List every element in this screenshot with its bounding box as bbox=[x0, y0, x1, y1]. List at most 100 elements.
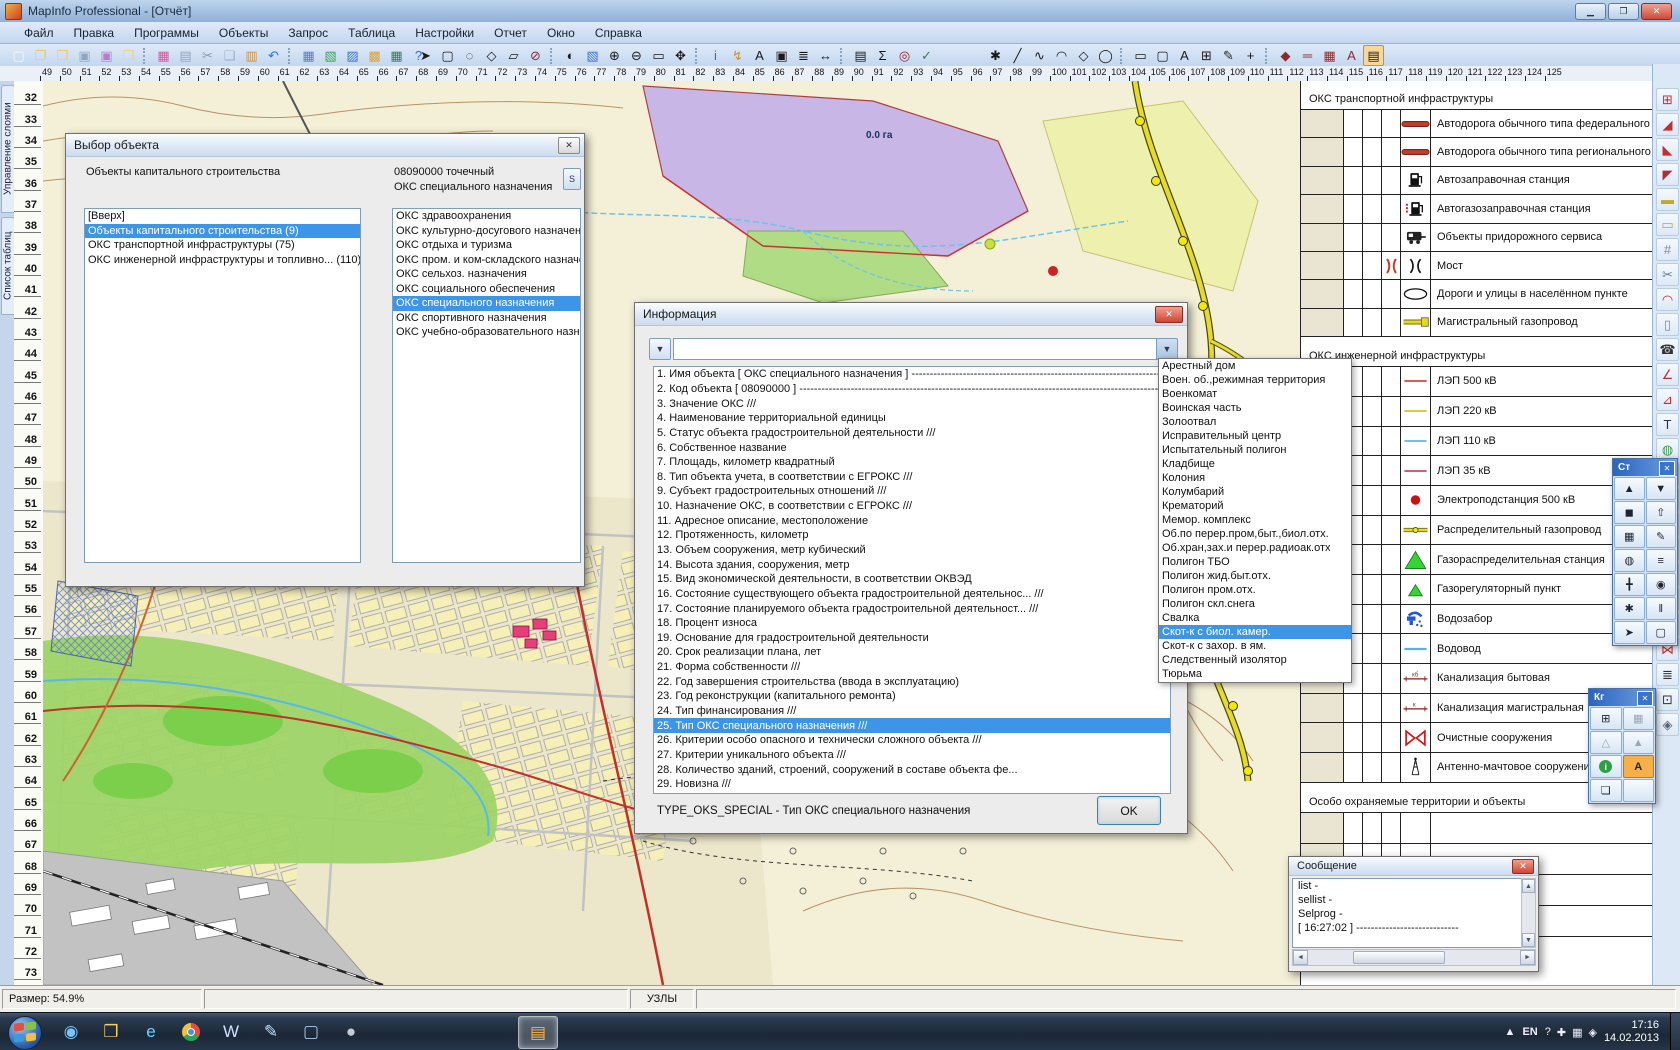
st-palette-icon[interactable]: ▢ bbox=[1646, 621, 1677, 644]
region-style-icon[interactable]: ▦ bbox=[1319, 45, 1340, 66]
list-item[interactable]: Полигон скл.снега bbox=[1159, 597, 1351, 611]
nodes-mode-button[interactable]: УЗЛЫ bbox=[630, 989, 694, 1009]
save-window-icon[interactable]: ▣ bbox=[96, 45, 117, 66]
list-tool-icon[interactable]: ≣ bbox=[1656, 663, 1679, 686]
phone-tool-icon[interactable]: ☎ bbox=[1656, 338, 1679, 361]
kr-palette-icon[interactable]: ▲ bbox=[1623, 731, 1655, 754]
legend-tool-icon[interactable]: ▤ bbox=[850, 45, 871, 66]
menu-item[interactable]: Программы bbox=[124, 24, 209, 42]
kr-palette-icon[interactable]: ⊞ bbox=[1590, 707, 1622, 730]
line-style-icon[interactable]: ═ bbox=[1297, 45, 1318, 66]
list-item[interactable]: [Вверх] bbox=[85, 209, 360, 224]
list-item[interactable]: ОКС учебно-образовательного назначения bbox=[393, 325, 580, 340]
list-item[interactable]: 22. Год завершения строительства (ввода … bbox=[654, 674, 1170, 689]
st-palette-icon[interactable]: ◉ bbox=[1646, 573, 1677, 596]
st-palette-icon[interactable]: ▲ bbox=[1614, 477, 1645, 500]
symbol-style-icon[interactable]: ◆ bbox=[1275, 45, 1296, 66]
st-palette-icon[interactable]: ✎ bbox=[1646, 525, 1677, 548]
select-dialog-close-icon[interactable]: ✕ bbox=[558, 137, 580, 154]
list-item[interactable]: Скот-к с захор. в ям. bbox=[1159, 639, 1351, 653]
rectangle-tool-icon[interactable]: ▭ bbox=[1130, 45, 1151, 66]
field-combo-left-icon[interactable]: ▼ bbox=[649, 338, 671, 360]
tray-help-icon[interactable]: ? bbox=[1545, 1026, 1551, 1039]
st-palette-icon[interactable]: ◼ bbox=[1614, 501, 1645, 524]
list-item[interactable]: 21. Форма собственности /// bbox=[654, 660, 1170, 675]
list-item[interactable]: 6. Собственное название bbox=[654, 440, 1170, 455]
open-workspace-icon[interactable]: ❐ bbox=[118, 45, 139, 66]
reshape-icon[interactable]: ✎ bbox=[1218, 45, 1239, 66]
kr-palette-icon[interactable]: ▦ bbox=[1623, 707, 1655, 730]
list-item[interactable]: Воинская часть bbox=[1159, 401, 1351, 415]
rect-tool-icon[interactable]: ▭ bbox=[1656, 213, 1679, 236]
list-item[interactable]: ОКС транспортной инфраструктуры (75) bbox=[85, 238, 360, 253]
bar-tool-icon[interactable]: ▬ bbox=[1656, 188, 1679, 211]
list-item[interactable]: ОКС специального назначения bbox=[393, 296, 580, 311]
taskbar-app-monitor[interactable]: ▢ bbox=[292, 1016, 330, 1047]
list-item[interactable]: 18. Процент износа bbox=[654, 616, 1170, 631]
marquee-select-icon[interactable]: ▢ bbox=[437, 45, 458, 66]
field-value-dropdown[interactable]: Арестный домВоен. об.,режимная территори… bbox=[1158, 358, 1352, 683]
symbol-tool-icon[interactable]: ✱ bbox=[985, 45, 1006, 66]
polygon-select-icon[interactable]: ◇ bbox=[481, 45, 502, 66]
taskbar-clock[interactable]: 17:16 14.02.2013 bbox=[1604, 1019, 1659, 1045]
groups-listbox[interactable]: [Вверх]Объекты капитального строительств… bbox=[84, 208, 361, 563]
list-item[interactable]: ОКС культурно-досугового назначения bbox=[393, 224, 580, 239]
paste-icon[interactable]: ▥ bbox=[241, 45, 262, 66]
list-item[interactable]: Полигон пром.отх. bbox=[1159, 583, 1351, 597]
menu-item[interactable]: Объекты bbox=[209, 24, 279, 42]
new-grapher-icon[interactable]: ▨ bbox=[342, 45, 363, 66]
list-item[interactable]: 1. Имя объекта [ ОКС специального назнач… bbox=[654, 367, 1170, 382]
kr-palette-titlebar[interactable]: Кг ✕ bbox=[1589, 689, 1655, 706]
list-item[interactable]: ОКС сельхоз. назначения bbox=[393, 267, 580, 282]
list-item[interactable]: ОКС пром. и ком-складского назначения bbox=[393, 253, 580, 268]
tray-shield-icon[interactable]: ✚ bbox=[1557, 1026, 1566, 1039]
undo-icon[interactable]: ↶ bbox=[263, 45, 284, 66]
copy-icon[interactable]: ❏ bbox=[219, 45, 240, 66]
invert-selection-icon[interactable]: ◐ bbox=[560, 45, 581, 66]
wedge-tool-icon[interactable]: ◤ bbox=[1656, 163, 1679, 186]
arc-tool-icon[interactable]: ◠ bbox=[1051, 45, 1072, 66]
kr-palette-close-icon[interactable]: ✕ bbox=[1637, 691, 1653, 706]
message-hscrollbar[interactable]: ◄ ► bbox=[1292, 949, 1536, 966]
print-icon[interactable]: ▤ bbox=[175, 45, 196, 66]
list-item[interactable]: Об.по перер.пром,быт.,биол.отх. bbox=[1159, 527, 1351, 541]
st-palette-icon[interactable]: ➤ bbox=[1614, 621, 1645, 644]
list-item[interactable]: 24. Тип финансирования /// bbox=[654, 704, 1170, 719]
menu-item[interactable]: Правка bbox=[64, 24, 125, 42]
list-item[interactable]: 15. Вид экономической деятельности, в со… bbox=[654, 572, 1170, 587]
st-palette-icon[interactable]: ≡ bbox=[1646, 549, 1677, 572]
zoom-level-cell[interactable]: Размер: 54.9% bbox=[2, 989, 202, 1009]
ok-button[interactable]: OK bbox=[1097, 796, 1161, 825]
list-item[interactable]: Полигон ТБО bbox=[1159, 555, 1351, 569]
list-item[interactable]: 4. Наименование территориальной единицы bbox=[654, 411, 1170, 426]
label-tool-icon[interactable]: A bbox=[749, 45, 770, 66]
list-item[interactable]: Следственный изолятор bbox=[1159, 653, 1351, 667]
kr-palette-icon[interactable]: ❏ bbox=[1590, 779, 1622, 802]
new-browser-icon[interactable]: ▦ bbox=[298, 45, 319, 66]
set-target-icon[interactable]: ◎ bbox=[894, 45, 915, 66]
change-view-icon[interactable]: ▭ bbox=[648, 45, 669, 66]
import-icon[interactable]: ▦ bbox=[153, 45, 174, 66]
list-item[interactable]: ОКС социального обеспечения bbox=[393, 282, 580, 297]
list-item[interactable]: ОКС здравоохранения bbox=[393, 209, 580, 224]
field-combo-dropdown-icon[interactable]: ▼ bbox=[1156, 338, 1178, 360]
menu-item[interactable]: Отчет bbox=[484, 24, 537, 42]
pan-icon[interactable]: ✥ bbox=[670, 45, 691, 66]
st-palette-icon[interactable]: ▦ bbox=[1614, 525, 1645, 548]
types-listbox[interactable]: ОКС здравоохраненияОКС культурно-досугов… bbox=[392, 208, 581, 563]
pie-tool-icon[interactable]: ◢ bbox=[1656, 113, 1679, 136]
menu-item[interactable]: Запрос bbox=[278, 24, 338, 42]
list-item[interactable]: Воен. об.,режимная территория bbox=[1159, 373, 1351, 387]
new-mapper-icon[interactable]: ▧ bbox=[320, 45, 341, 66]
side-s-button[interactable]: S bbox=[563, 168, 581, 190]
list-item[interactable]: Военкомат bbox=[1159, 387, 1351, 401]
frame-tool-icon[interactable]: ⊞ bbox=[1656, 88, 1679, 111]
angle-tool-icon[interactable]: ∠ bbox=[1656, 363, 1679, 386]
information-dialog-titlebar[interactable]: Информация ✕ bbox=[635, 303, 1187, 326]
clip-tool-icon[interactable]: ✂ bbox=[1656, 263, 1679, 286]
list-item[interactable]: 29. Новизна /// bbox=[654, 777, 1170, 792]
new-table-icon[interactable]: ▢ bbox=[8, 45, 29, 66]
start-button[interactable] bbox=[8, 1016, 42, 1050]
taskbar-app-chrome[interactable] bbox=[172, 1016, 210, 1047]
zoom-out-icon[interactable]: ⊖ bbox=[626, 45, 647, 66]
